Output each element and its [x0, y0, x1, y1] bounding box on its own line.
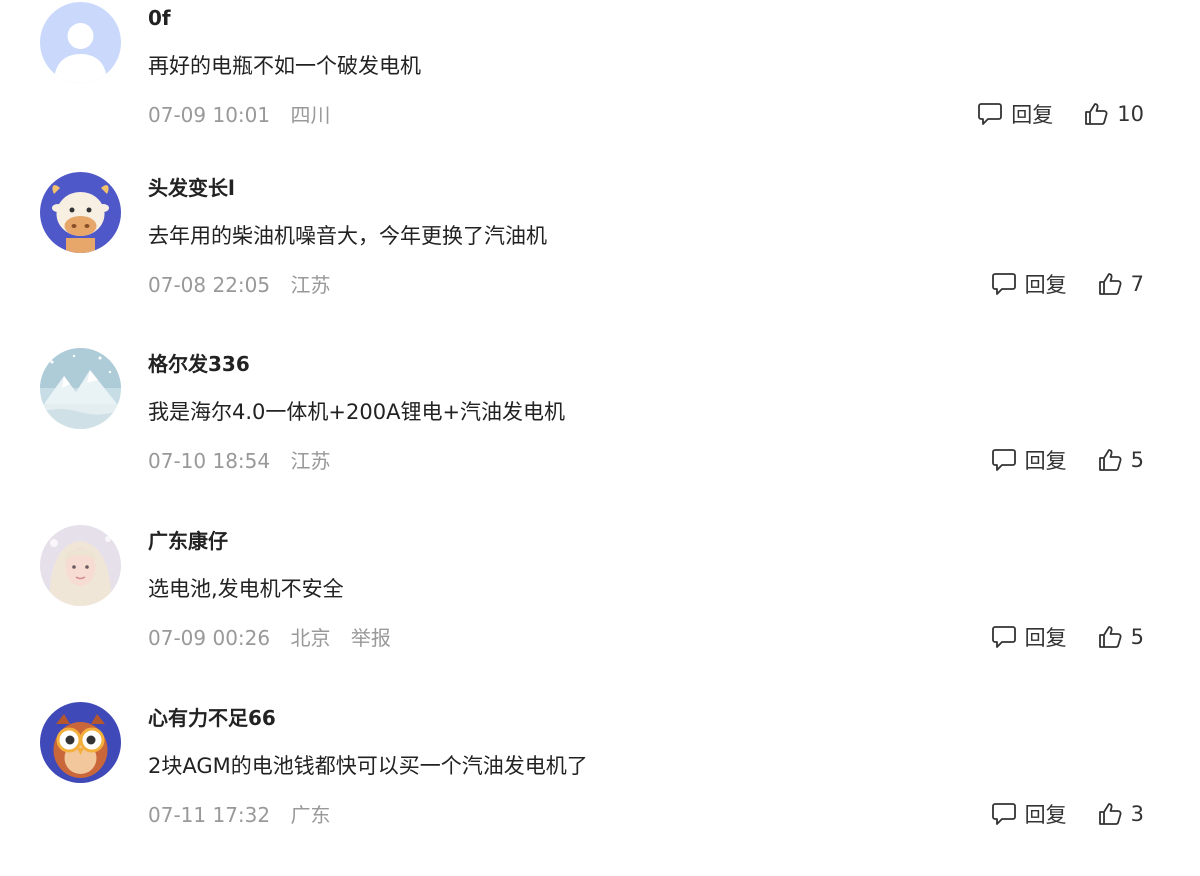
photo-avatar-icon[interactable] — [40, 525, 121, 606]
like-button[interactable]: 5 — [1097, 624, 1144, 650]
comment-bubble-icon — [991, 803, 1016, 825]
comment-meta: 07-08 22:05 江苏 — [148, 270, 344, 300]
report-link[interactable]: 举报 — [351, 626, 391, 650]
comment-text: 选电池,发电机不安全 — [148, 577, 344, 601]
comment-meta: 07-09 00:26 北京 举报 — [148, 623, 405, 653]
like-count: 7 — [1130, 272, 1144, 296]
owl-avatar-icon[interactable] — [40, 702, 121, 783]
comment-text: 2块AGM的电池钱都快可以买一个汽油发电机了 — [148, 754, 588, 778]
thumbs-up-icon — [1085, 103, 1108, 125]
username[interactable]: 0f — [148, 4, 171, 32]
like-count: 5 — [1130, 625, 1144, 649]
comment-bubble-icon — [991, 273, 1016, 295]
comment-actions: 回复 3 — [991, 798, 1144, 830]
username[interactable]: 头发变长l — [148, 174, 235, 202]
comment-time: 07-11 17:32 — [148, 803, 271, 827]
like-button[interactable]: 3 — [1097, 801, 1144, 827]
comment-location: 江苏 — [290, 449, 331, 473]
comment-text: 去年用的柴油机噪音大，今年更换了汽油机 — [148, 224, 547, 248]
reply-label: 回复 — [1024, 803, 1067, 827]
comment-bubble-icon — [991, 626, 1016, 648]
reply-button[interactable]: 回复 — [977, 99, 1053, 129]
comment-item: 格尔发336 我是海尔4.0一体机+200A锂电+汽油发电机 07-10 18:… — [0, 346, 1200, 522]
comment-item: 心有力不足66 2块AGM的电池钱都快可以买一个汽油发电机了 07-11 17:… — [0, 700, 1200, 876]
username[interactable]: 格尔发336 — [148, 350, 250, 378]
comment-location: 广东 — [290, 803, 331, 827]
comment-actions: 回复 10 — [977, 98, 1144, 130]
snow-mountain-avatar-icon[interactable] — [40, 348, 121, 429]
reply-button[interactable]: 回复 — [991, 622, 1067, 652]
cow-avatar-icon[interactable] — [40, 172, 121, 253]
like-button[interactable]: 10 — [1083, 101, 1144, 127]
like-count: 5 — [1130, 448, 1144, 472]
comment-actions: 回复 5 — [991, 621, 1144, 653]
thumbs-up-icon — [1098, 273, 1122, 295]
comment-text: 我是海尔4.0一体机+200A锂电+汽油发电机 — [148, 400, 566, 424]
default-avatar-icon[interactable] — [40, 2, 121, 83]
comment-meta: 07-11 17:32 广东 — [148, 800, 344, 830]
username[interactable]: 广东康仔 — [148, 527, 228, 555]
comment-meta: 07-10 18:54 江苏 — [148, 446, 344, 476]
thumbs-up-icon — [1098, 626, 1122, 648]
comment-time: 07-09 10:01 — [148, 103, 271, 127]
reply-label: 回复 — [1011, 103, 1054, 127]
like-button[interactable]: 5 — [1097, 447, 1144, 473]
like-button[interactable]: 7 — [1097, 271, 1144, 297]
comment-item: 头发变长l 去年用的柴油机噪音大，今年更换了汽油机 07-08 22:05 江苏… — [0, 170, 1200, 346]
thumbs-up-icon — [1098, 803, 1122, 825]
comment-location: 四川 — [290, 103, 331, 127]
comment-item: 广东康仔 选电池,发电机不安全 07-09 00:26 北京 举报 回复 5 — [0, 523, 1200, 699]
reply-button[interactable]: 回复 — [991, 445, 1067, 475]
like-count: 3 — [1130, 802, 1144, 826]
reply-button[interactable]: 回复 — [991, 799, 1067, 829]
username[interactable]: 心有力不足66 — [148, 704, 276, 732]
comment-actions: 回复 7 — [991, 268, 1144, 300]
comment-bubble-icon — [991, 449, 1016, 471]
comment-time: 07-10 18:54 — [148, 449, 271, 473]
comment-location: 北京 — [290, 626, 331, 650]
reply-label: 回复 — [1024, 626, 1067, 650]
comment-time: 07-08 22:05 — [148, 273, 271, 297]
comment-location: 江苏 — [290, 273, 331, 297]
comment-time: 07-09 00:26 — [148, 626, 271, 650]
comment-list: 0f 再好的电瓶不如一个破发电机 07-09 10:01 四川 回复 10 头发… — [0, 0, 1200, 851]
comment-item: 0f 再好的电瓶不如一个破发电机 07-09 10:01 四川 回复 10 — [0, 0, 1200, 176]
reply-label: 回复 — [1024, 449, 1067, 473]
reply-button[interactable]: 回复 — [991, 269, 1067, 299]
comment-actions: 回复 5 — [991, 444, 1144, 476]
comment-text: 再好的电瓶不如一个破发电机 — [148, 54, 421, 78]
reply-label: 回复 — [1024, 273, 1067, 297]
thumbs-up-icon — [1098, 449, 1122, 471]
comment-meta: 07-09 10:01 四川 — [148, 100, 344, 130]
comment-bubble-icon — [978, 103, 1003, 125]
like-count: 10 — [1117, 102, 1144, 126]
